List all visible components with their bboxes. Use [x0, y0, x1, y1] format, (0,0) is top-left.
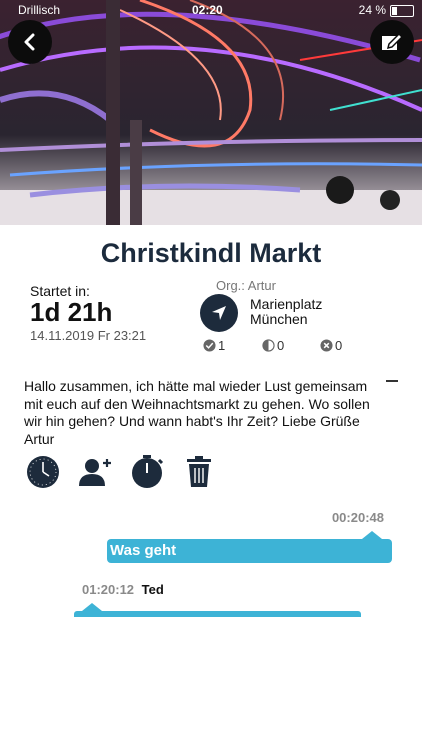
battery-percent: 24 %	[358, 3, 386, 17]
message-bubble-other	[74, 603, 361, 617]
clock-button[interactable]	[24, 455, 62, 489]
organizer-label: Org.: Artur	[216, 278, 276, 293]
back-button[interactable]	[8, 20, 52, 64]
event-header-image: Drillisch 02:20 24 %	[0, 0, 422, 225]
check-circle-icon	[203, 339, 216, 352]
message-text: Was geht	[110, 542, 177, 559]
message-timestamp: 01:20:12	[82, 582, 135, 597]
status-time: 02:20	[192, 3, 223, 17]
chevron-left-icon	[24, 33, 35, 51]
add-participant-button[interactable]	[76, 455, 114, 489]
event-title: Christkindl Markt	[100, 238, 322, 268]
event-photo	[0, 0, 422, 225]
battery-icon	[390, 5, 414, 17]
message-bubble-own: Was geht	[107, 531, 392, 563]
collapse-toggle[interactable]	[386, 380, 398, 382]
timer-button[interactable]	[128, 455, 166, 489]
clock-icon	[27, 456, 59, 488]
rsvp-no-count: 0	[335, 338, 343, 353]
location-line2: München	[250, 311, 308, 327]
countdown-value: 1d 21h	[30, 297, 113, 327]
message-meta: 01:20:12 Ted	[82, 582, 164, 597]
timer-icon	[132, 455, 164, 488]
event-datetime: 14.11.2019 Fr 23:21	[30, 328, 147, 343]
status-bar: Drillisch 02:20 24 %	[0, 0, 422, 20]
trash-icon	[187, 456, 211, 487]
navigate-button[interactable]	[200, 294, 238, 332]
edit-icon	[382, 32, 403, 50]
navigation-arrow-icon	[212, 306, 226, 320]
message-author: Ted	[141, 582, 164, 597]
rsvp-yes[interactable]: 1	[203, 338, 225, 353]
delete-button[interactable]	[180, 455, 218, 489]
location-line1: Marienplatz	[250, 296, 323, 312]
action-bar	[24, 455, 218, 489]
rsvp-yes-count: 1	[218, 338, 226, 353]
rsvp-maybe-count: 0	[277, 338, 285, 353]
carrier-label: Drillisch	[18, 3, 60, 17]
edit-button[interactable]	[370, 20, 414, 64]
event-description: Hallo zusammen, ich hätte mal wieder Lus…	[24, 378, 370, 447]
x-circle-icon	[320, 339, 333, 352]
message-timestamp: 00:20:48	[331, 510, 384, 525]
half-circle-icon	[262, 339, 275, 352]
rsvp-maybe[interactable]: 0	[262, 338, 284, 353]
rsvp-no[interactable]: 0	[320, 338, 342, 353]
add-person-icon	[79, 459, 111, 486]
